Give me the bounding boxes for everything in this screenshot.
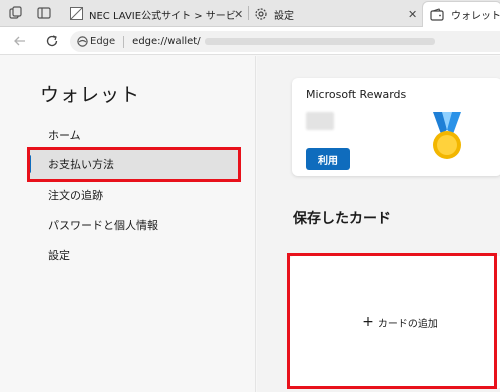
use-button[interactable]: 利用 xyxy=(306,148,350,170)
tab-nec[interactable]: NEC LAVIE公式サイト > サービス＆サ ✕ xyxy=(64,1,248,27)
site-label: Edge xyxy=(90,36,116,47)
url-redacted xyxy=(204,38,435,45)
address-bar-row: Edge edge://wallet/ xyxy=(0,27,500,55)
close-icon[interactable]: ✕ xyxy=(234,8,243,21)
sidebar-item-home[interactable]: ホーム xyxy=(28,119,240,151)
wallet-content: Microsoft Rewards 利用 保存したカード + カードの追加 xyxy=(257,56,500,392)
plus-icon: + xyxy=(362,314,374,330)
add-card-label: カードの追加 xyxy=(377,318,438,330)
rewards-card: Microsoft Rewards 利用 xyxy=(292,78,500,176)
page-title: ウォレット xyxy=(40,84,141,106)
tab-label: NEC LAVIE公式サイト > サービス＆サ xyxy=(89,10,237,22)
tab-strip: NEC LAVIE公式サイト > サービス＆サ ✕ 設定 ✕ ウォレット xyxy=(0,0,500,27)
url-text: edge://wallet/ xyxy=(132,36,201,47)
rewards-points-redacted xyxy=(306,112,334,130)
workspaces-icon[interactable] xyxy=(8,5,24,21)
tab-actions-icon[interactable] xyxy=(36,5,52,21)
sidebar-item-passwords[interactable]: パスワードと個人情報 xyxy=(28,209,240,241)
omnibox-divider xyxy=(123,35,125,48)
sidebar-item-order-tracking[interactable]: 注文の追跡 xyxy=(28,179,240,211)
rewards-title: Microsoft Rewards xyxy=(306,88,407,101)
edge-icon xyxy=(77,36,88,50)
tab-separator xyxy=(248,6,249,20)
address-input[interactable]: Edge edge://wallet/ xyxy=(70,31,500,52)
wallet-sidebar: ウォレット ホーム お支払い方法 注文の追跡 パスワードと個人情報 設定 xyxy=(0,56,256,392)
tab-label: ウォレット xyxy=(451,11,500,22)
add-card-button[interactable]: + カードの追加 xyxy=(290,256,500,388)
saved-cards-title: 保存したカード xyxy=(293,211,391,227)
sidebar-item-payment-methods[interactable]: お支払い方法 xyxy=(28,148,240,180)
gear-icon xyxy=(254,7,268,24)
medal-icon xyxy=(430,110,464,164)
page-icon xyxy=(70,7,83,23)
sidebar-item-settings[interactable]: 設定 xyxy=(28,239,240,271)
refresh-icon[interactable] xyxy=(44,33,60,49)
tab-settings[interactable]: 設定 ✕ xyxy=(250,1,420,27)
tab-wallet[interactable]: ウォレット xyxy=(422,1,500,27)
wallet-icon xyxy=(430,8,444,24)
back-arrow-icon[interactable] xyxy=(12,33,28,49)
tab-label: 設定 xyxy=(274,10,294,22)
close-icon[interactable]: ✕ xyxy=(408,8,417,21)
